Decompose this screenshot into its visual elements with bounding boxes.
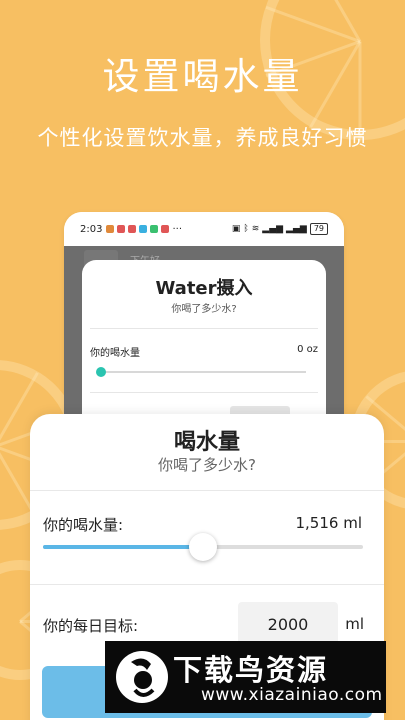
divider	[30, 584, 384, 585]
hero-subtitle: 个性化设置饮水量，养成良好习惯	[37, 126, 368, 150]
daily-goal-unit: ml	[345, 615, 364, 633]
divider	[30, 490, 384, 491]
daily-goal-label: 你的每日目标:	[43, 617, 139, 635]
phone-mockup: 2:03 ··· ▣ ᛒ ≋ ▂▄▆ ▂▄▆ 79 下午好 Water摄入 你喝…	[64, 212, 344, 432]
status-time: 2:03	[80, 223, 103, 235]
signal-icon: ▂▄▆	[262, 224, 284, 234]
divider	[90, 328, 318, 329]
bluetooth-icon: ᛒ	[243, 224, 249, 234]
notification-icon	[139, 225, 148, 233]
notification-icon	[161, 225, 170, 233]
notification-icon	[106, 225, 115, 233]
watermark-title: 下载鸟资源	[173, 653, 329, 687]
mini-water-value: 0 oz	[297, 344, 318, 355]
hero-title: 设置喝水量	[102, 55, 303, 98]
dialog-subtitle: 你喝了多少水?	[158, 456, 256, 474]
water-amount-value: 1,516 ml	[295, 514, 363, 532]
mini-slider-thumb[interactable]	[96, 367, 106, 377]
dialog-title: 喝水量	[173, 430, 240, 455]
daily-goal-input[interactable]: 2000	[238, 602, 338, 646]
mini-dialog-title: Water摄入	[155, 278, 253, 299]
watermark-banner: 下载鸟资源 www.xiazainiao.com	[105, 641, 386, 713]
divider	[90, 392, 318, 393]
bird-logo-icon	[113, 646, 171, 708]
mini-water-label: 你的喝水量	[90, 348, 140, 359]
mini-dialog-subtitle: 你喝了多少水?	[171, 304, 237, 315]
signal-icon: ▂▄▆	[286, 224, 307, 234]
notification-icon	[150, 225, 159, 233]
water-slider-fill	[43, 545, 203, 549]
wifi-icon: ≋	[251, 224, 260, 234]
mini-slider-track[interactable]	[102, 371, 306, 373]
battery-icon: 79	[309, 223, 328, 235]
status-bar: 2:03 ··· ▣ ᛒ ≋ ▂▄▆ ▂▄▆ 79	[64, 212, 344, 246]
notification-icon	[117, 225, 126, 233]
watermark-url: www.xiazainiao.com	[201, 685, 383, 705]
notification-icon	[128, 225, 137, 233]
status-right-icons: ▣ ᛒ ≋ ▂▄▆ ▂▄▆ 79	[232, 223, 328, 235]
water-amount-label: 你的喝水量:	[43, 516, 124, 534]
water-slider-thumb[interactable]	[189, 533, 217, 561]
mini-water-dialog: Water摄入 你喝了多少水? 你的喝水量 0 oz	[82, 260, 326, 432]
status-more-dots: ···	[172, 223, 183, 235]
nfc-icon: ▣	[231, 224, 241, 234]
